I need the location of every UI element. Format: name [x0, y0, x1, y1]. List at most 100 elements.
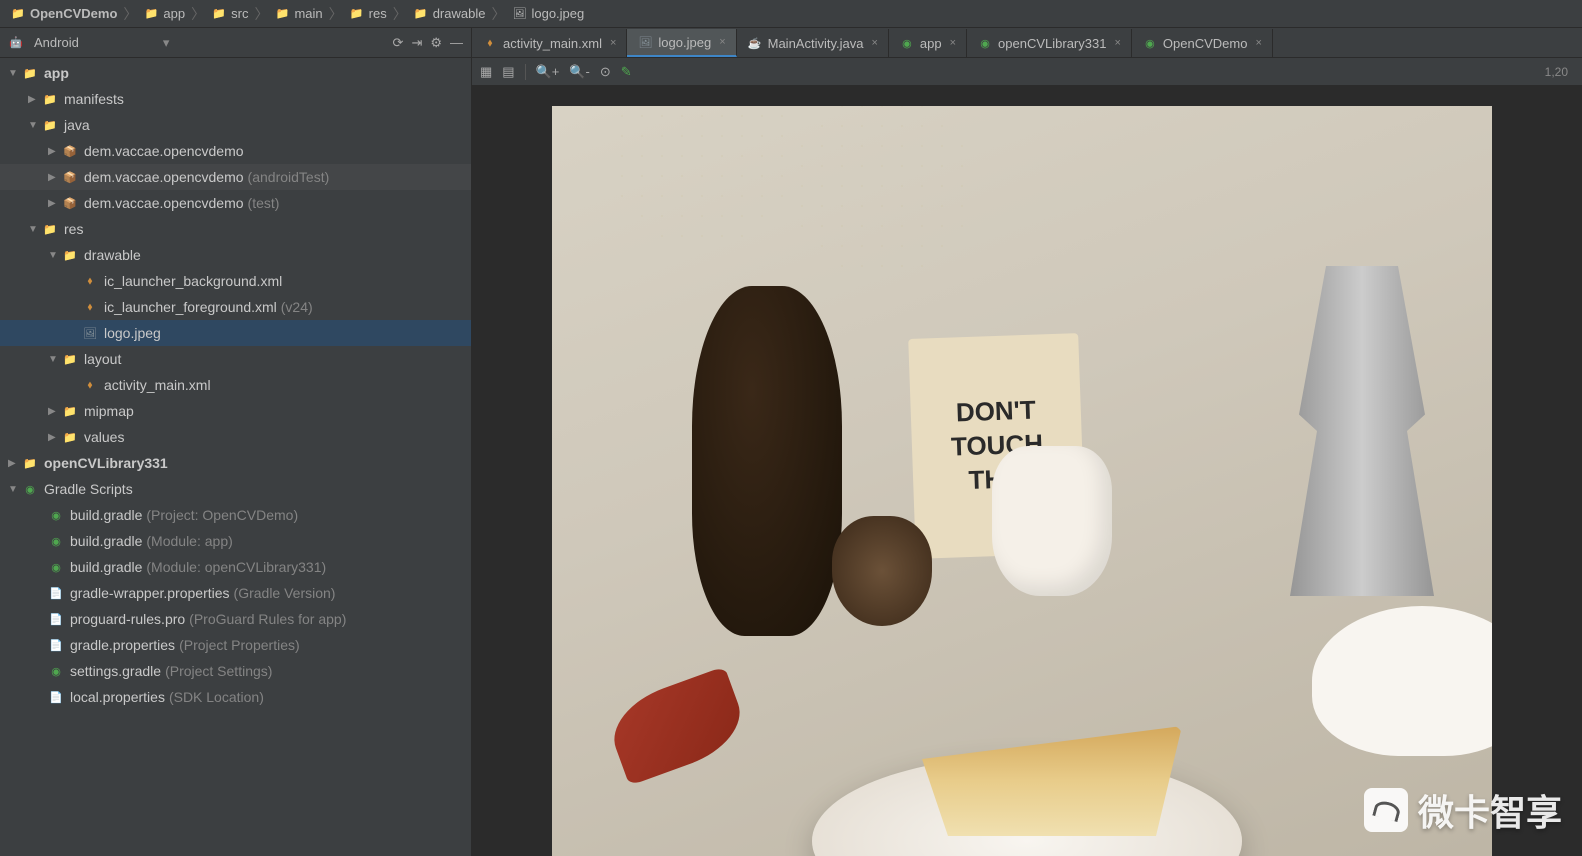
arrow-right-icon: ▶: [48, 406, 62, 417]
arrow-down-icon: ▼: [8, 484, 22, 495]
view-mode-selector[interactable]: 🤖 Android ▾: [8, 35, 169, 51]
watermark: 微卡智享: [1364, 784, 1562, 836]
sync-icon[interactable]: ⟳: [393, 35, 404, 51]
tree-bg-app[interactable]: ◉build.gradle(Module: app): [0, 528, 471, 554]
folder-icon: 📁: [42, 117, 58, 133]
crumb-app[interactable]: 📁app: [139, 6, 189, 22]
gradle-icon: ◉: [48, 663, 64, 679]
image-icon: 🖼: [82, 325, 98, 341]
tab-app[interactable]: ◉app×: [889, 29, 967, 57]
collapse-icon[interactable]: ⇥: [411, 35, 422, 51]
properties-icon: 📄: [48, 637, 64, 653]
chevron-right-icon: 〉: [254, 4, 268, 24]
photo-leaf: [602, 666, 752, 786]
tree-ic-bg[interactable]: ⬧ic_launcher_background.xml: [0, 268, 471, 294]
module-icon: 📁: [143, 6, 159, 22]
tree-ic-fg[interactable]: ⬧ic_launcher_foreground.xml(v24): [0, 294, 471, 320]
crumb-src[interactable]: 📁src: [207, 6, 252, 22]
crumb-main[interactable]: 📁main: [270, 6, 326, 22]
image-preview: DON'T TOUCH THIS: [552, 106, 1492, 856]
crumb-file[interactable]: 🖼logo.jpeg: [507, 6, 588, 22]
tree-pkg2[interactable]: ▶📦dem.vaccae.opencvdemo(androidTest): [0, 164, 471, 190]
image-canvas[interactable]: DON'T TOUCH THIS 微卡智享: [472, 86, 1582, 856]
wechat-icon: [1364, 788, 1408, 832]
tree-proguard[interactable]: 📄proguard-rules.pro(ProGuard Rules for a…: [0, 606, 471, 632]
package-icon: 📦: [62, 169, 78, 185]
tree-bg-ocv[interactable]: ◉build.gradle(Module: openCVLibrary331): [0, 554, 471, 580]
package-icon: 📦: [62, 143, 78, 159]
xml-icon: ⬧: [82, 273, 98, 289]
grid-icon[interactable]: ▤: [502, 64, 514, 80]
tree-gradle-props[interactable]: 📄gradle.properties(Project Properties): [0, 632, 471, 658]
tree-gradle-scripts[interactable]: ▼◉Gradle Scripts: [0, 476, 471, 502]
tree-ocvlib[interactable]: ▶📁openCVLibrary331: [0, 450, 471, 476]
close-icon[interactable]: ×: [871, 37, 877, 49]
tree-mipmap[interactable]: ▶📁mipmap: [0, 398, 471, 424]
photo-pinecone: [832, 516, 932, 626]
tree-java[interactable]: ▼📁java: [0, 112, 471, 138]
zoom-fit-icon[interactable]: ⊙: [600, 64, 611, 80]
tab-ocvlib[interactable]: ◉openCVLibrary331×: [967, 29, 1132, 57]
file-icon: 📄: [48, 611, 64, 627]
tree-settings[interactable]: ◉settings.gradle(Project Settings): [0, 658, 471, 684]
photo-vase: [692, 286, 842, 636]
java-icon: ☕: [747, 35, 763, 51]
gear-icon[interactable]: ⚙: [430, 35, 442, 51]
folder-icon: 📁: [42, 91, 58, 107]
photo-pie: [922, 726, 1182, 836]
xml-icon: ⬧: [482, 35, 498, 51]
crumb-project[interactable]: 📁OpenCVDemo: [6, 6, 121, 22]
chevron-right-icon: 〉: [329, 4, 343, 24]
tab-mainactivity[interactable]: ☕MainActivity.java×: [737, 29, 889, 57]
tree-layout[interactable]: ▼📁layout: [0, 346, 471, 372]
crumb-drawable[interactable]: 📁drawable: [409, 6, 490, 22]
tree-local[interactable]: 📄local.properties(SDK Location): [0, 684, 471, 710]
folder-icon: 📁: [62, 403, 78, 419]
close-icon[interactable]: ×: [950, 37, 956, 49]
close-icon[interactable]: ×: [1255, 37, 1261, 49]
tree-logo[interactable]: 🖼logo.jpeg: [0, 320, 471, 346]
arrow-down-icon: ▼: [8, 68, 22, 79]
tab-opencvdemo[interactable]: ◉OpenCVDemo×: [1132, 29, 1273, 57]
close-icon[interactable]: ×: [1114, 37, 1120, 49]
crumb-res[interactable]: 📁res: [345, 6, 391, 22]
zoom-in-icon[interactable]: 🔍+: [536, 64, 560, 80]
editor-area: ⬧activity_main.xml× 🖼logo.jpeg× ☕MainAct…: [472, 28, 1582, 856]
properties-icon: 📄: [48, 689, 64, 705]
checker-bg-icon[interactable]: ▦: [480, 64, 492, 80]
image-icon: 🖼: [511, 6, 527, 22]
tree-app[interactable]: ▼📁app: [0, 60, 471, 86]
folder-icon: 📁: [42, 221, 58, 237]
arrow-down-icon: ▼: [48, 250, 62, 261]
gradle-icon: ◉: [22, 481, 38, 497]
folder-icon: 📁: [62, 247, 78, 263]
photo-cup: [1312, 606, 1492, 756]
tab-logo[interactable]: 🖼logo.jpeg×: [627, 29, 736, 57]
color-picker-icon[interactable]: ✎: [621, 64, 632, 80]
tree-values[interactable]: ▶📁values: [0, 424, 471, 450]
hide-icon[interactable]: —: [450, 35, 463, 51]
chevron-right-icon: 〉: [191, 4, 205, 24]
folder-icon: 📁: [62, 429, 78, 445]
tree-pkg1[interactable]: ▶📦dem.vaccae.opencvdemo: [0, 138, 471, 164]
tree-wrapper[interactable]: 📄gradle-wrapper.properties(Gradle Versio…: [0, 580, 471, 606]
folder-icon: 📁: [62, 351, 78, 367]
tab-activity-main[interactable]: ⬧activity_main.xml×: [472, 29, 627, 57]
arrow-right-icon: ▶: [48, 172, 62, 183]
separator: [525, 64, 526, 80]
tree-drawable[interactable]: ▼📁drawable: [0, 242, 471, 268]
tree-pkg3[interactable]: ▶📦dem.vaccae.opencvdemo(test): [0, 190, 471, 216]
tree-manifests[interactable]: ▶📁manifests: [0, 86, 471, 112]
folder-icon: 📁: [274, 6, 290, 22]
folder-icon: 📁: [349, 6, 365, 22]
tree-res[interactable]: ▼📁res: [0, 216, 471, 242]
close-icon[interactable]: ×: [610, 37, 616, 49]
tree-bg-project[interactable]: ◉build.gradle(Project: OpenCVDemo): [0, 502, 471, 528]
gradle-icon: ◉: [48, 533, 64, 549]
zoom-out-icon[interactable]: 🔍-: [569, 64, 590, 80]
tree-activity-main[interactable]: ⬧activity_main.xml: [0, 372, 471, 398]
gradle-icon: ◉: [48, 507, 64, 523]
close-icon[interactable]: ×: [719, 36, 725, 48]
image-toolbar: ▦ ▤ 🔍+ 🔍- ⊙ ✎ 1,20: [472, 58, 1582, 86]
gradle-icon: ◉: [48, 559, 64, 575]
